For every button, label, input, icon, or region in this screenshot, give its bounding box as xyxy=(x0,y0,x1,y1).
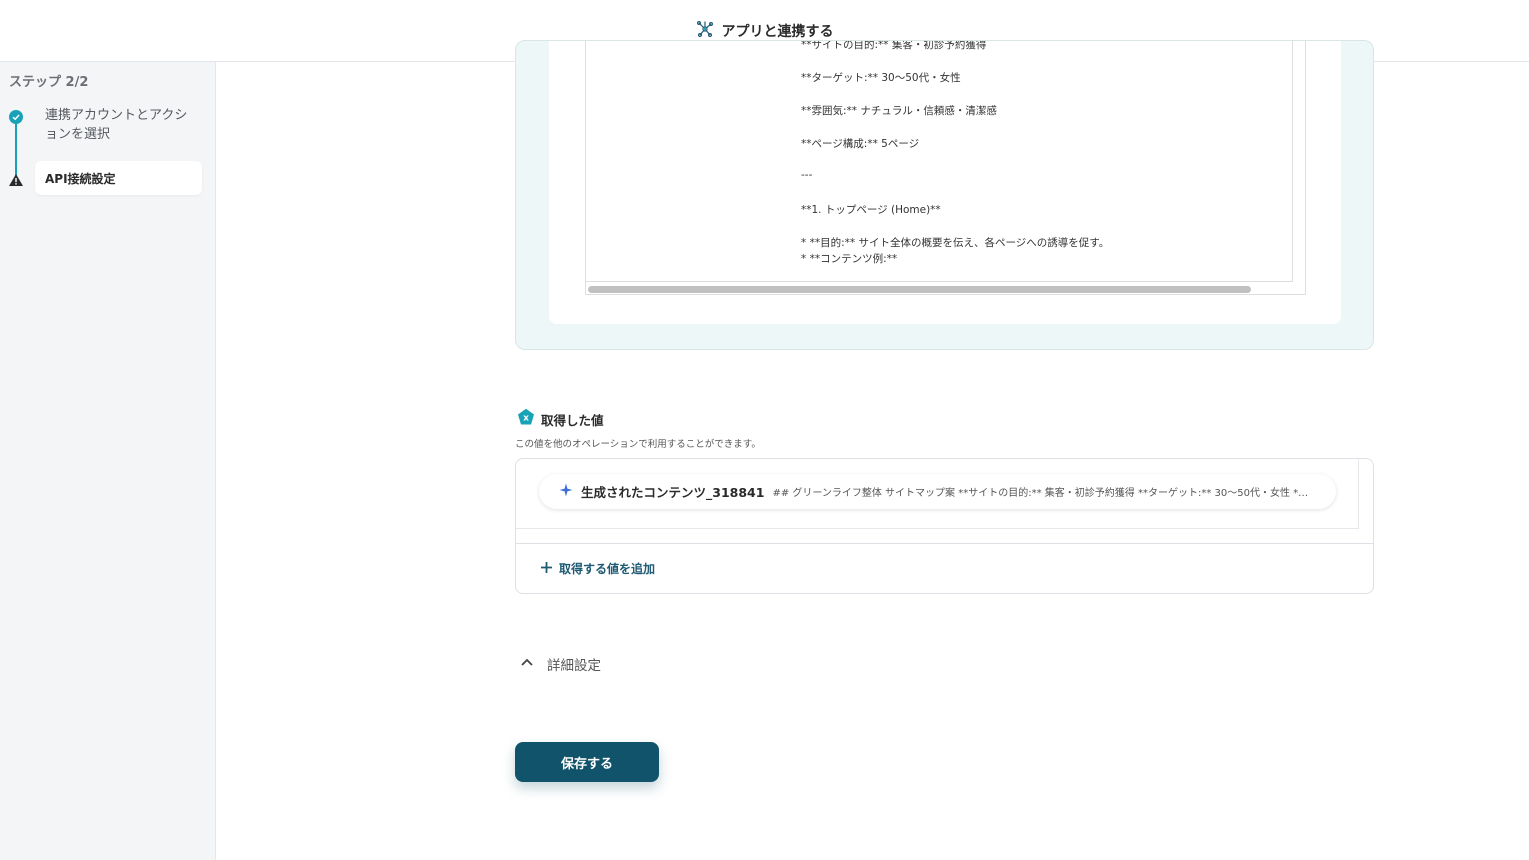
sparkle-icon xyxy=(559,482,573,501)
text-line: **雰囲気:** ナチュラル・信頼感・清潔感 xyxy=(801,105,997,117)
check-icon xyxy=(9,110,23,124)
add-output-label: 取得する値を追加 xyxy=(559,562,656,576)
save-button[interactable]: 保存する xyxy=(515,742,659,782)
text-line: --- xyxy=(801,169,813,181)
outputs-title: 取得した値 xyxy=(541,412,604,428)
details-toggle[interactable]: 詳細設定 xyxy=(519,654,601,674)
outputs-description: この値を他のオペレーションで利用することができます。 xyxy=(515,439,761,450)
text-line: * **目的:** サイト全体の概要を伝え、各ページへの誘導を促す。 xyxy=(801,237,1110,249)
sidebar-step-select-account[interactable]: 連携アカウントとアクションを選択 xyxy=(45,106,195,144)
text-line: **ページ構成:** 5ページ xyxy=(801,138,920,150)
header-title-group: アプリと連携する xyxy=(696,20,834,42)
step-sidebar: ステップ 2/2 連携アカウントとアクションを選択 API接続設定 xyxy=(0,62,216,860)
step-connector-line xyxy=(15,124,17,179)
output-name: 生成されたコンテンツ_318841 xyxy=(581,485,765,500)
text-line: **サイトの目的:** 集客・初診予約獲得 xyxy=(801,40,987,51)
svg-text:x: x xyxy=(523,414,529,424)
response-text-area: **サイトの目的:** 集客・初診予約獲得 **ターゲット:** 30〜50代・… xyxy=(586,40,1293,282)
sidebar-step-api-settings[interactable]: API接続設定 xyxy=(35,161,202,195)
text-line: * **コンテンツ例:** xyxy=(801,253,898,265)
variable-x-icon: x xyxy=(517,408,535,430)
text-line: **ターゲット:** 30〜50代・女性 xyxy=(801,72,961,84)
outputs-divider xyxy=(516,543,1373,544)
warning-icon xyxy=(8,172,24,191)
outputs-header: x 取得した値 xyxy=(517,408,604,430)
output-value: ## グリーンライフ整体 サイトマップ案 **サイトの目的:** 集客・初診予約… xyxy=(772,488,1313,499)
add-output-button[interactable]: 取得する値を追加 xyxy=(540,559,655,578)
text-line: **1. トップページ (Home)** xyxy=(801,204,941,216)
network-nodes-icon xyxy=(696,20,714,42)
step-counter: ステップ 2/2 xyxy=(9,75,89,90)
details-label: 詳細設定 xyxy=(547,658,601,674)
page-title: アプリと連携する xyxy=(721,23,834,40)
response-textbox[interactable]: **サイトの目的:** 集客・初診予約獲得 **ターゲット:** 30〜50代・… xyxy=(585,40,1306,295)
outputs-box: 生成されたコンテンツ_318841 ## グリーンライフ整体 サイトマップ案 *… xyxy=(515,458,1374,594)
chevron-up-icon xyxy=(519,654,535,674)
response-preview-panel: **サイトの目的:** 集客・初診予約獲得 **ターゲット:** 30〜50代・… xyxy=(515,40,1374,350)
output-value-pill[interactable]: 生成されたコンテンツ_318841 ## グリーンライフ整体 サイトマップ案 *… xyxy=(539,474,1336,509)
outputs-list: 生成されたコンテンツ_318841 ## グリーンライフ整体 サイトマップ案 *… xyxy=(516,459,1359,529)
plus-icon xyxy=(540,559,553,578)
horizontal-scrollbar[interactable] xyxy=(588,286,1251,293)
response-preview-card: **サイトの目的:** 集客・初診予約獲得 **ターゲット:** 30〜50代・… xyxy=(549,40,1341,324)
